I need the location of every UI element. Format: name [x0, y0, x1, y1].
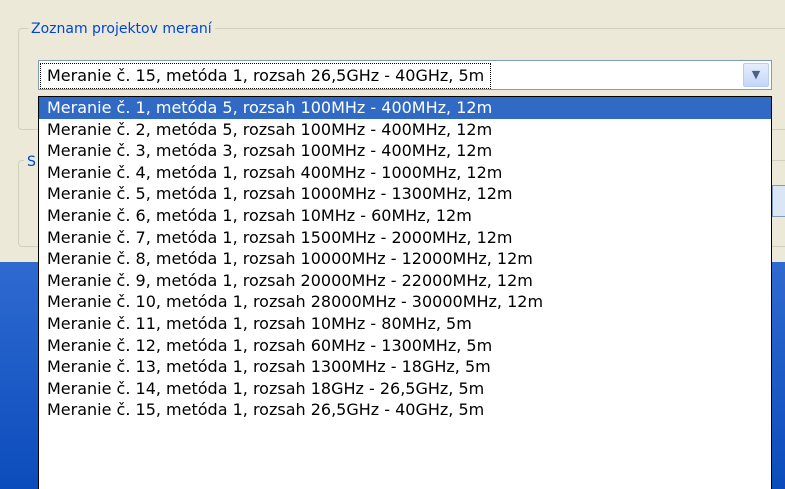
dropdown-item[interactable]: Meranie č. 8, metóda 1, rozsah 10000MHz …: [39, 248, 771, 270]
project-combobox[interactable]: Meranie č. 15, metóda 1, rozsah 26,5GHz …: [38, 60, 772, 90]
dropdown-item[interactable]: Meranie č. 3, metóda 3, rozsah 100MHz - …: [39, 140, 771, 162]
dropdown-item[interactable]: Meranie č. 15, metóda 1, rozsah 26,5GHz …: [39, 399, 771, 421]
combobox-dropdown-list[interactable]: Meranie č. 1, metóda 5, rozsah 100MHz - …: [38, 96, 772, 489]
partial-control: [772, 185, 785, 217]
combobox-dropdown-button[interactable]: ▼: [743, 63, 769, 87]
dropdown-item[interactable]: Meranie č. 1, metóda 5, rozsah 100MHz - …: [39, 97, 771, 119]
combobox-value: Meranie č. 15, metóda 1, rozsah 26,5GHz …: [39, 63, 492, 89]
dropdown-item[interactable]: Meranie č. 12, metóda 1, rozsah 60MHz - …: [39, 335, 771, 357]
dropdown-item[interactable]: Meranie č. 5, metóda 1, rozsah 1000MHz -…: [39, 183, 771, 205]
dropdown-item[interactable]: Meranie č. 2, metóda 5, rozsah 100MHz - …: [39, 119, 771, 141]
dropdown-item[interactable]: Meranie č. 14, metóda 1, rozsah 18GHz - …: [39, 378, 771, 400]
dropdown-item[interactable]: Meranie č. 6, metóda 1, rozsah 10MHz - 6…: [39, 205, 771, 227]
dropdown-item[interactable]: Meranie č. 10, metóda 1, rozsah 28000MHz…: [39, 291, 771, 313]
dropdown-item[interactable]: Meranie č. 9, metóda 1, rozsah 20000MHz …: [39, 270, 771, 292]
dropdown-item[interactable]: Meranie č. 7, metóda 1, rozsah 1500MHz -…: [39, 227, 771, 249]
dropdown-item[interactable]: Meranie č. 13, metóda 1, rozsah 1300MHz …: [39, 356, 771, 378]
projects-groupbox-title: Zoznam projektov meraní: [28, 21, 215, 37]
chevron-down-icon: ▼: [751, 68, 761, 81]
dropdown-item[interactable]: Meranie č. 4, metóda 1, rozsah 400MHz - …: [39, 162, 771, 184]
second-groupbox-title: S: [24, 154, 39, 170]
dropdown-item[interactable]: Meranie č. 11, metóda 1, rozsah 10MHz - …: [39, 313, 771, 335]
